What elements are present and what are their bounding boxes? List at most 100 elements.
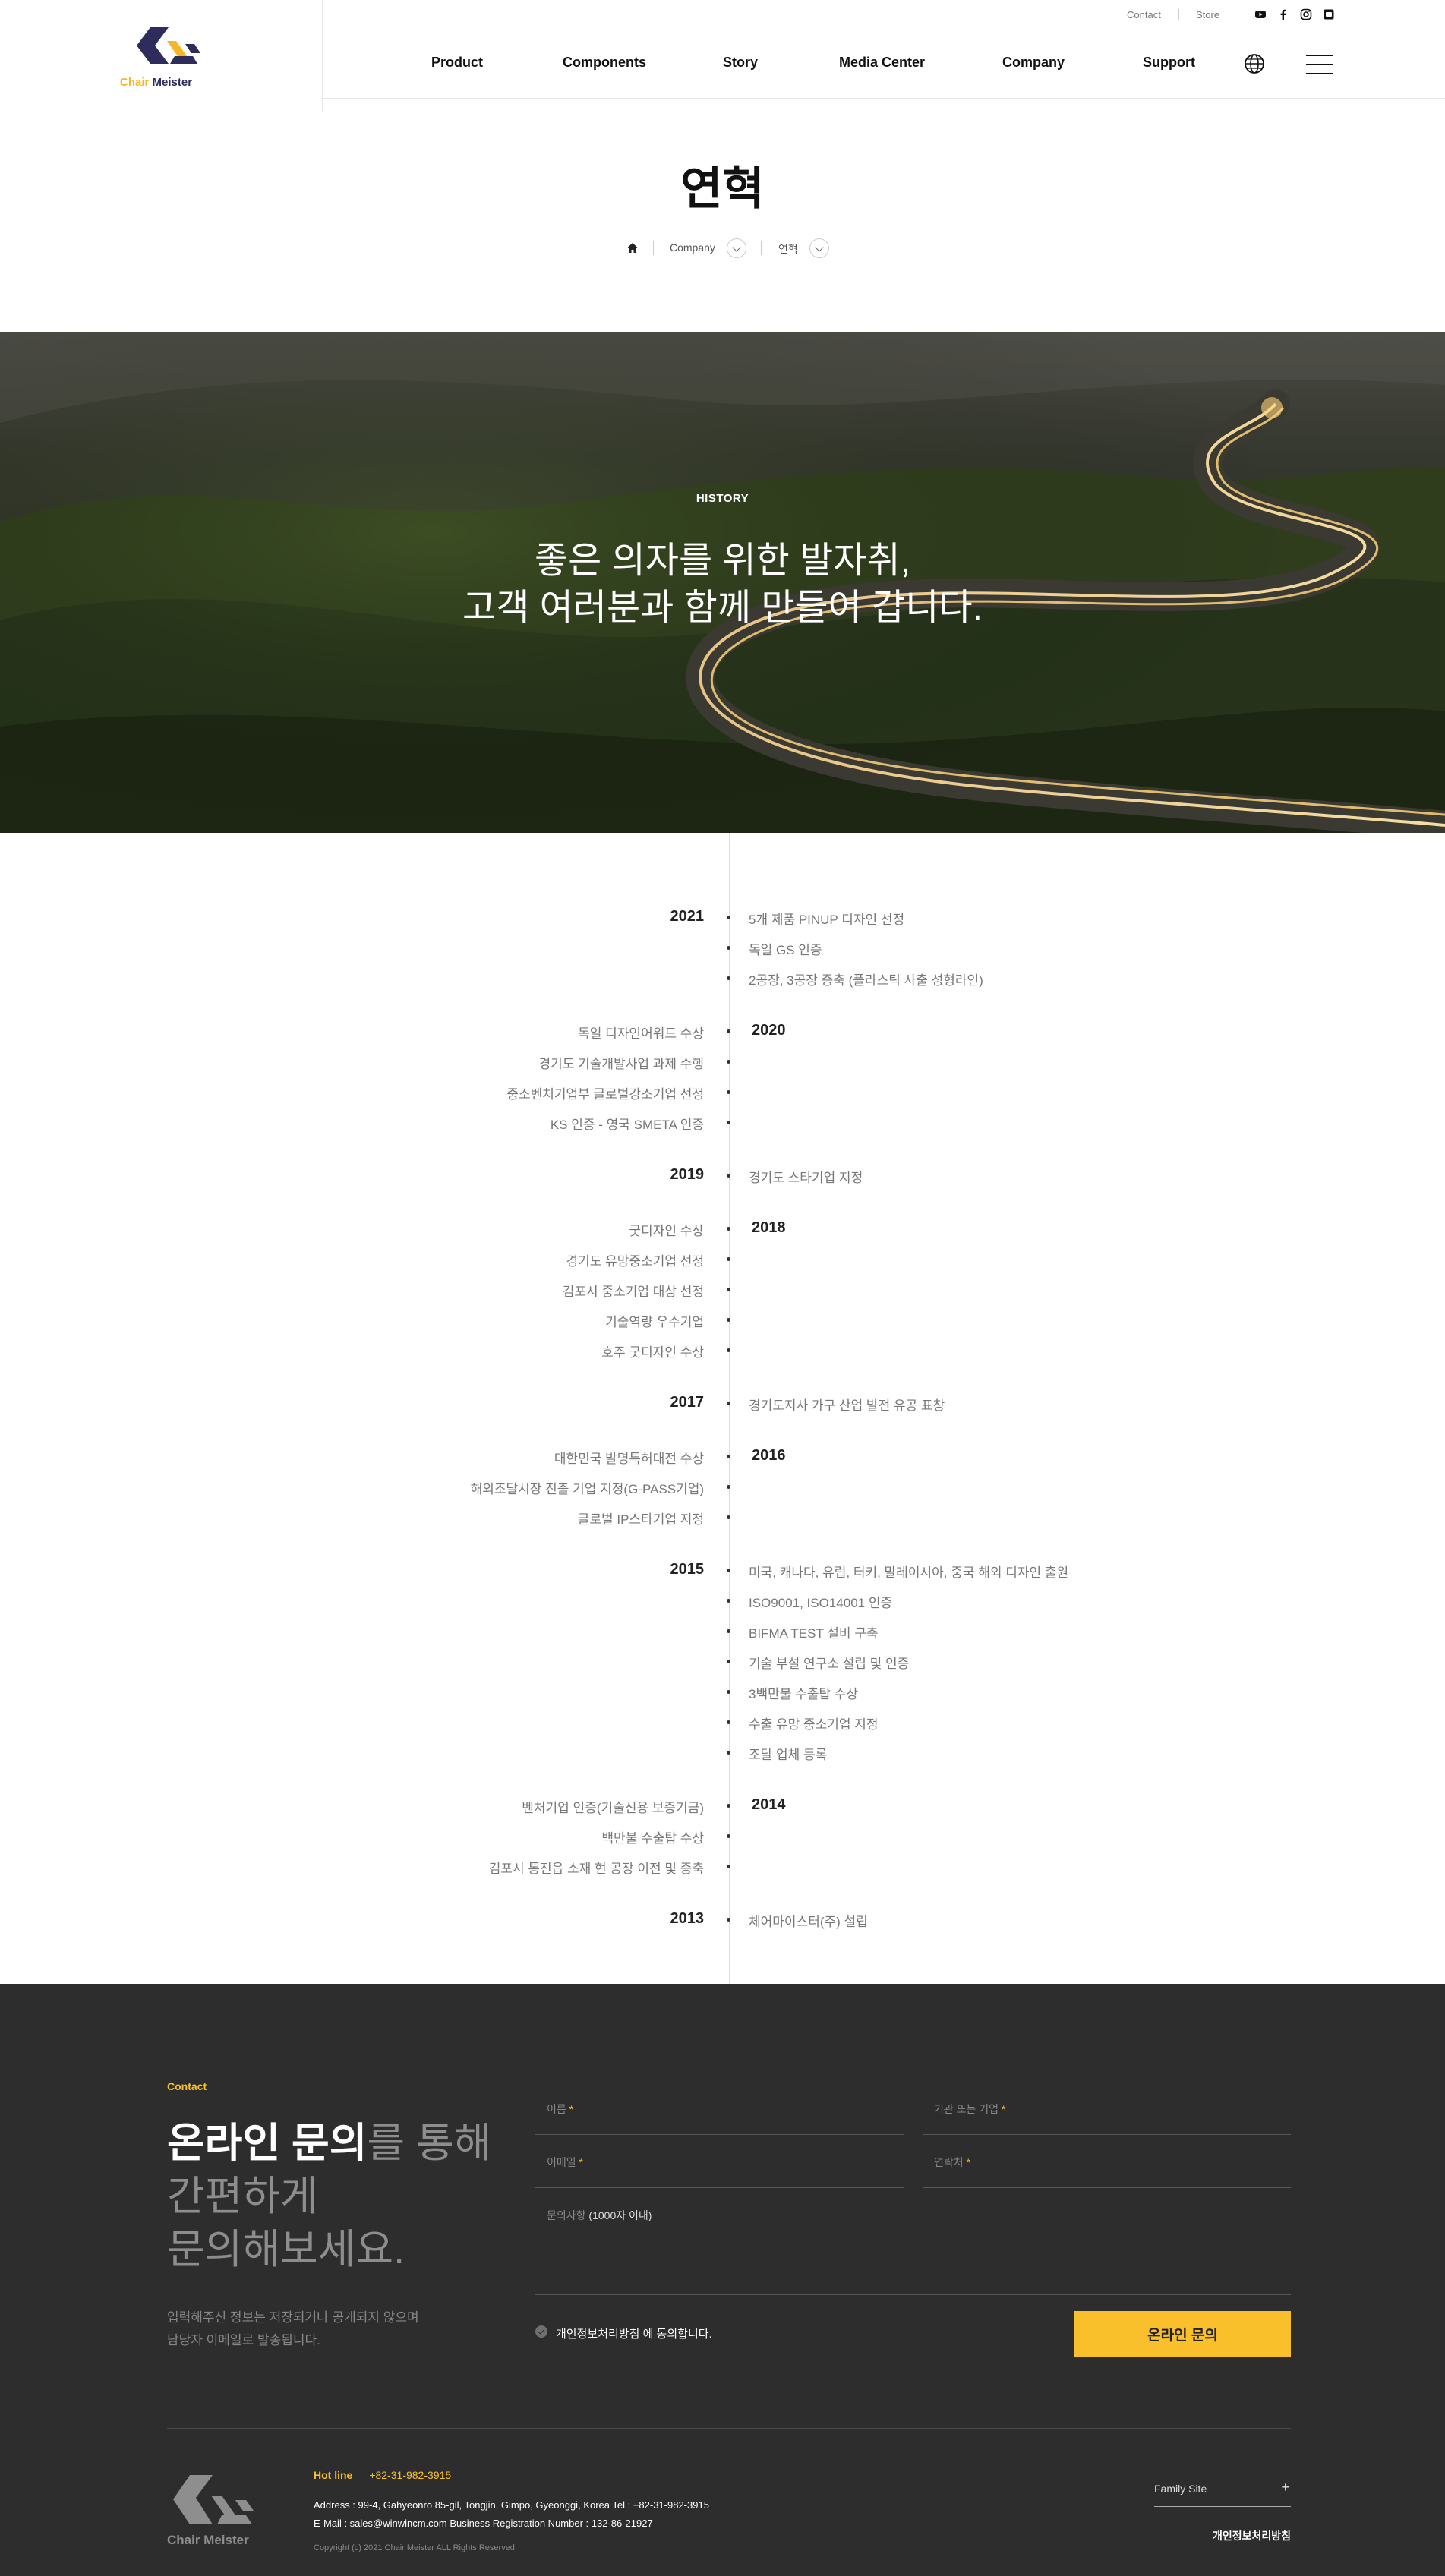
timeline-dot [727, 1174, 730, 1178]
timeline-dot [727, 1227, 730, 1231]
timeline-dot [727, 1348, 730, 1352]
util-store-link[interactable]: Store [1196, 9, 1219, 20]
instagram-icon[interactable] [1300, 8, 1312, 20]
footer-copyright: Copyright (c) 2021 Chair Meister ALL Rig… [314, 2543, 517, 2552]
timeline-dot [727, 1804, 730, 1808]
contact-heading-line1: 온라인 문의를 통해 [167, 2109, 491, 2169]
hero-headline-line2: 고객 여러분과 함께 만들어 갑니다. [462, 588, 983, 628]
gnb-media-center[interactable]: Media Center [839, 55, 925, 71]
home-icon[interactable] [626, 241, 639, 255]
timeline-dot [727, 1029, 730, 1033]
timeline-item: BIFMA TEST 설비 구축 [749, 1626, 879, 1641]
breadcrumb-separator [653, 241, 654, 255]
timeline-item: 벤처기업 인증(기술신용 보증기금) [522, 1801, 704, 1815]
blog-icon[interactable] [1323, 8, 1335, 20]
timeline-year: 2017 [670, 1394, 705, 1411]
privacy-agree-checkbox[interactable] [535, 2325, 547, 2338]
timeline-dot [727, 1455, 730, 1458]
timeline-item: 체어마이스터(주) 설립 [749, 1915, 868, 1929]
hero-tag: HISTORY [696, 492, 749, 505]
footer-privacy-link[interactable]: 개인정보처리방침 [1213, 2528, 1291, 2543]
company-field[interactable]: 기관 또는 기업 * [923, 2101, 1291, 2135]
timeline-dot [727, 1720, 730, 1724]
family-site-label: Family Site [1154, 2483, 1207, 2495]
timeline-item: ISO9001, ISO14001 인증 [749, 1596, 893, 1610]
contact-heading-line2: 간편하게 [167, 2174, 318, 2219]
globe-icon[interactable] [1244, 53, 1265, 74]
timeline-item: 미국, 캐나다, 유럽, 터키, 말레이시아, 중국 해외 디자인 출원 [749, 1565, 1069, 1580]
timeline-year: 2020 [752, 1022, 786, 1039]
timeline-item: 김포시 중소기업 대상 선정 [562, 1285, 704, 1299]
footer-logo-text: Chair Meister [167, 2533, 249, 2547]
timeline-year: 2016 [752, 1447, 786, 1464]
timeline-dot [727, 1402, 730, 1405]
online-inquiry-submit-button[interactable]: 온라인 문의 [1074, 2311, 1291, 2357]
facebook-icon[interactable] [1277, 8, 1289, 20]
timeline-dot [727, 1288, 730, 1291]
timeline-dot [727, 1318, 730, 1322]
timeline-item: 대한민국 발명특허대전 수상 [554, 1452, 704, 1466]
timeline-item: 독일 디자인어워드 수상 [578, 1026, 704, 1041]
timeline-item: 수출 유망 중소기업 지정 [749, 1717, 879, 1732]
timeline-year: 2013 [670, 1910, 705, 1927]
name-field-label: 이름 * [547, 2103, 574, 2115]
contact-desc-line1: 입력해주신 정보는 저장되거나 공개되지 않으며 [167, 2310, 419, 2325]
timeline-year: 2014 [752, 1796, 786, 1813]
timeline-item: 해외조달시장 진출 기업 지정(G-PASS기업) [470, 1482, 704, 1496]
timeline-dot [727, 1515, 730, 1519]
email-field[interactable]: 이메일 * [535, 2155, 904, 2188]
gnb-support[interactable]: Support [1143, 55, 1195, 71]
timeline-item: 조달 업체 등록 [749, 1748, 828, 1762]
timeline-dot [727, 1090, 730, 1094]
breadcrumb-company-dropdown-icon[interactable] [727, 238, 746, 258]
footer-email: E-Mail : sales@winwincm.com Business Reg… [314, 2518, 653, 2529]
timeline-year: 2021 [670, 908, 705, 925]
breadcrumb-company[interactable]: Company [670, 241, 715, 260]
contact-heading-rest: 를 통해 [367, 2120, 492, 2166]
timeline-item: 기술 부설 연구소 설립 및 인증 [749, 1657, 910, 1671]
logo-word-chair: Chair [120, 76, 150, 89]
timeline-dot [727, 1834, 730, 1838]
timeline-item: 경기도지사 가구 산업 발전 유공 표창 [749, 1398, 945, 1413]
breadcrumb-current[interactable]: 연혁 [778, 241, 798, 260]
logo-text[interactable]: Chair Meister [120, 76, 192, 89]
timeline-dot [727, 1629, 730, 1633]
timeline-item: 호주 굿디자인 수상 [601, 1345, 704, 1360]
gnb-company[interactable]: Company [999, 55, 1068, 71]
timeline-item: 김포시 통진읍 소재 현 공장 이전 및 증축 [488, 1862, 704, 1876]
name-field[interactable]: 이름 * [535, 2101, 904, 2135]
timeline-item: 굿디자인 수상 [629, 1224, 704, 1238]
timeline-item: 중소벤처기업부 글로벌강소기업 선정 [506, 1087, 704, 1102]
company-field-label: 기관 또는 기업 * [934, 2103, 1006, 2115]
logo-box: Chair Meister [0, 0, 323, 112]
phone-field-label: 연락처 * [934, 2156, 970, 2168]
contact-desc-line2: 담당자 이메일로 발송됩니다. [167, 2333, 320, 2347]
family-site-select[interactable]: Family Site + [1154, 2477, 1291, 2507]
gnb-product[interactable]: Product [431, 55, 483, 71]
timeline-item: 경기도 스타기업 지정 [749, 1171, 863, 1185]
contact-heading-bold: 온라인 문의 [167, 2120, 368, 2166]
timeline-item: 3백만불 수출탑 수상 [749, 1687, 859, 1701]
timeline-dot [727, 1257, 730, 1261]
timeline-dot [727, 1121, 730, 1124]
page-title: 연혁 [680, 163, 765, 214]
plus-icon: + [1281, 2480, 1289, 2495]
footer-logo-mark[interactable] [167, 2471, 266, 2528]
timeline-dot [727, 1690, 730, 1694]
footer-address: Address : 99-4, Gahyeonro 85-gil, Tongji… [314, 2499, 709, 2511]
privacy-agree-text: 개인정보처리방침 에 동의합니다. [556, 2325, 712, 2347]
privacy-policy-link[interactable]: 개인정보처리방침 [556, 2328, 640, 2347]
email-field-label: 이메일 * [547, 2156, 583, 2168]
timeline-year: 2019 [670, 1166, 705, 1183]
timeline-axis [729, 833, 730, 1984]
youtube-icon[interactable] [1254, 8, 1267, 20]
util-contact-link[interactable]: Contact [1127, 9, 1161, 20]
breadcrumb-current-dropdown-icon[interactable] [809, 238, 829, 258]
gnb-components[interactable]: Components [563, 55, 646, 71]
phone-field[interactable]: 연락처 * [923, 2155, 1291, 2188]
footer-hotline: Hot line +82-31-982-3915 [314, 2469, 452, 2481]
chair-meister-logo-mark[interactable] [121, 23, 205, 76]
hamburger-menu-icon[interactable] [1306, 55, 1333, 74]
timeline-item: 백만불 수출탑 수상 [601, 1831, 704, 1846]
gnb-story[interactable]: Story [723, 55, 758, 71]
